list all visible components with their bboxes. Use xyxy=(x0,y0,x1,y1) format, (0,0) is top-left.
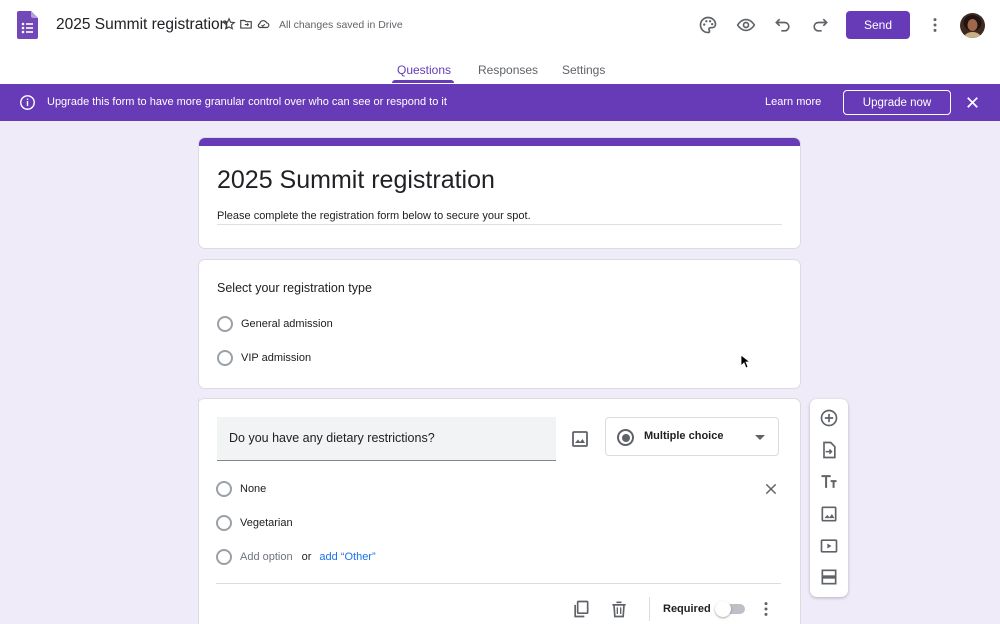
undo-icon[interactable] xyxy=(771,13,795,37)
description-underline xyxy=(217,224,782,225)
tab-settings[interactable]: Settings xyxy=(562,63,605,77)
option-label[interactable]: Vegetarian xyxy=(240,517,293,529)
add-image-icon[interactable] xyxy=(819,504,839,524)
form-header-card[interactable]: 2025 Summit registration Please complete… xyxy=(198,137,801,249)
remove-option-icon[interactable] xyxy=(763,481,779,497)
divider xyxy=(216,583,781,584)
radio-button[interactable] xyxy=(217,350,233,366)
option-label[interactable]: None xyxy=(240,483,266,495)
tab-responses[interactable]: Responses xyxy=(478,63,538,77)
active-tab-indicator xyxy=(392,80,454,83)
top-bar: 2025 Summit registration All changes sav… xyxy=(0,0,1000,84)
form-description[interactable]: Please complete the registration form be… xyxy=(217,210,531,222)
star-icon[interactable] xyxy=(222,17,236,31)
folder-move-icon[interactable] xyxy=(239,17,253,31)
title-actions xyxy=(222,17,270,31)
radio-button[interactable] xyxy=(216,515,232,531)
add-other-link[interactable]: add “Other” xyxy=(319,551,375,563)
card-accent-strip xyxy=(199,138,800,146)
option-vip-admission[interactable]: VIP admission xyxy=(217,350,311,366)
duplicate-icon[interactable] xyxy=(571,599,591,619)
info-icon xyxy=(19,94,36,111)
add-option-row: Add option or add “Other” xyxy=(216,549,376,565)
add-section-icon[interactable] xyxy=(819,567,839,587)
add-title-icon[interactable] xyxy=(819,472,839,492)
floating-toolbar xyxy=(810,399,848,597)
mouse-cursor-icon xyxy=(741,355,751,369)
add-option-link[interactable]: Add option xyxy=(240,551,293,563)
close-icon[interactable] xyxy=(963,93,982,112)
avatar[interactable] xyxy=(960,13,985,38)
question-type-label: Multiple choice xyxy=(644,430,724,442)
form-title[interactable]: 2025 Summit registration xyxy=(217,166,495,195)
more-vert-icon[interactable] xyxy=(756,599,776,619)
palette-icon[interactable] xyxy=(696,13,720,37)
question-card-registration-type[interactable]: Select your registration type General ad… xyxy=(198,259,801,389)
option-vegetarian[interactable]: Vegetarian xyxy=(216,515,293,531)
required-label: Required xyxy=(663,603,711,615)
add-question-icon[interactable] xyxy=(819,408,839,428)
google-forms-icon[interactable] xyxy=(17,11,38,39)
question-card-dietary[interactable]: Do you have any dietary restrictions? Mu… xyxy=(198,398,801,624)
document-title[interactable]: 2025 Summit registration xyxy=(56,16,228,34)
delete-icon[interactable] xyxy=(609,599,629,619)
upgrade-banner: Upgrade this form to have more granular … xyxy=(0,84,1000,121)
option-label: General admission xyxy=(241,318,333,330)
learn-more-link[interactable]: Learn more xyxy=(765,96,821,108)
card-border xyxy=(198,398,199,624)
cloud-saved-icon[interactable] xyxy=(256,17,270,31)
radio-button[interactable] xyxy=(216,481,232,497)
upgrade-now-button[interactable]: Upgrade now xyxy=(843,90,951,115)
save-status: All changes saved in Drive xyxy=(279,19,403,31)
import-questions-icon[interactable] xyxy=(819,440,839,460)
option-general-admission[interactable]: General admission xyxy=(217,316,333,332)
more-vert-icon[interactable] xyxy=(923,13,947,37)
question-title: Select your registration type xyxy=(217,281,372,295)
add-video-icon[interactable] xyxy=(819,536,839,556)
redo-icon[interactable] xyxy=(808,13,832,37)
send-button[interactable]: Send xyxy=(846,11,910,39)
option-none[interactable]: None xyxy=(216,481,266,497)
tab-questions[interactable]: Questions xyxy=(397,63,451,77)
radio-button xyxy=(216,549,232,565)
radio-button[interactable] xyxy=(217,316,233,332)
eye-icon[interactable] xyxy=(734,13,758,37)
radio-checked-icon xyxy=(617,429,634,446)
add-image-icon[interactable] xyxy=(568,427,592,451)
required-toggle[interactable] xyxy=(715,601,745,617)
or-label: or xyxy=(301,551,312,563)
dropdown-arrow-icon xyxy=(755,435,765,440)
option-label: VIP admission xyxy=(241,352,312,364)
tab-bar: Questions Responses Settings xyxy=(0,55,1000,84)
divider xyxy=(649,597,650,621)
question-type-dropdown[interactable]: Multiple choice xyxy=(605,417,779,456)
toggle-knob xyxy=(715,601,731,617)
question-title: Do you have any dietary restrictions? xyxy=(229,431,435,445)
banner-message: Upgrade this form to have more granular … xyxy=(47,96,447,108)
question-title-input[interactable]: Do you have any dietary restrictions? xyxy=(217,417,556,461)
